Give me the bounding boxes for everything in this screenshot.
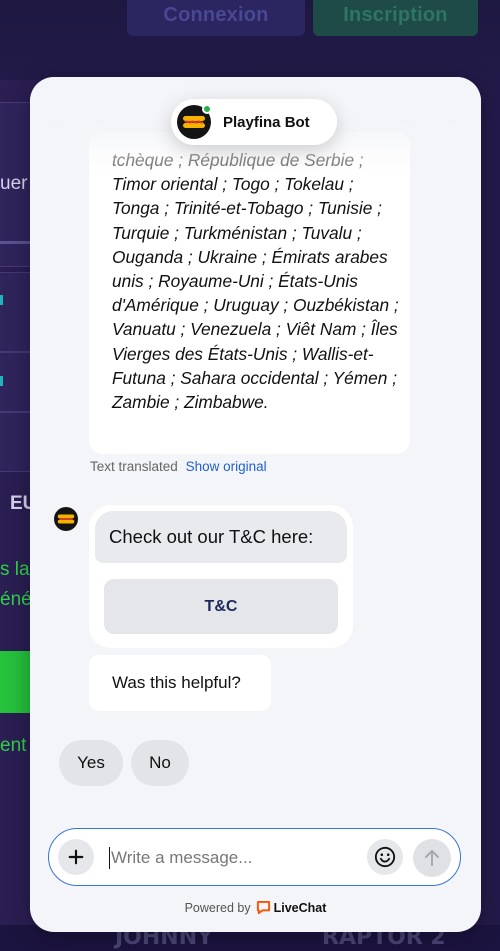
bot-message-text: tchèque ; République de Serbie ; Timor o… (112, 148, 402, 414)
minimize-icon (399, 109, 415, 112)
hotdog-logo-icon (57, 514, 75, 524)
bot-message-body: Timor oriental ; Togo ; Tokelau ; Tonga … (112, 174, 399, 413)
hotdog-logo-icon (183, 116, 205, 128)
livechat-brand-name: LiveChat (273, 900, 327, 915)
powered-by-label: Powered by (184, 900, 251, 915)
tc-button[interactable]: T&C (104, 579, 338, 634)
smiley-icon (374, 846, 396, 868)
minimize-button[interactable] (390, 90, 424, 124)
close-button[interactable] (435, 90, 469, 124)
bot-avatar (177, 104, 212, 139)
message-input[interactable] (109, 847, 359, 869)
translated-label: Text translated (90, 459, 178, 474)
livechat-brand[interactable]: LiveChat (256, 900, 327, 915)
site-fragment: s la (0, 559, 30, 580)
show-original-link[interactable]: Show original (186, 459, 267, 474)
tc-message-card: Check out our T&C here: T&C (89, 505, 353, 648)
site-marker (0, 295, 3, 305)
site-fragment: uer (0, 173, 28, 194)
chat-widget: tchèque ; République de Serbie ; Timor o… (30, 77, 481, 932)
site-marker (0, 376, 3, 386)
signup-button[interactable]: Inscription (313, 0, 478, 36)
back-button[interactable] (39, 90, 73, 124)
bot-avatar-small (54, 507, 78, 531)
send-button[interactable] (413, 839, 451, 877)
ellipsis-icon (93, 105, 109, 109)
plus-icon (68, 849, 84, 865)
site-fragment: ent (0, 735, 27, 756)
arrow-left-icon (48, 100, 64, 114)
bot-message-faded-text: tchèque ; République de Serbie ; (112, 150, 364, 170)
message-composer (48, 828, 461, 886)
login-button[interactable]: Connexion (127, 0, 305, 36)
translation-note: Text translated Show original (90, 459, 267, 474)
site-fragment: éné (0, 589, 32, 610)
add-attachment-button[interactable] (58, 839, 94, 875)
site-header: Connexion Inscription (0, 0, 500, 80)
bot-header: Playfina Bot (171, 99, 337, 145)
quick-reply-no[interactable]: No (131, 740, 189, 786)
online-status-dot (202, 104, 212, 114)
arrow-up-icon (425, 850, 439, 866)
close-icon (445, 100, 459, 114)
powered-by: Powered by LiveChat (30, 900, 481, 915)
quick-reply-yes[interactable]: Yes (59, 740, 123, 786)
bot-name: Playfina Bot (223, 113, 310, 131)
emoji-button[interactable] (367, 839, 403, 875)
helpful-question: Was this helpful? (89, 655, 271, 711)
livechat-logo-icon (256, 900, 270, 915)
tc-message-text: Check out our T&C here: (95, 511, 347, 563)
more-options-button[interactable] (84, 90, 118, 124)
